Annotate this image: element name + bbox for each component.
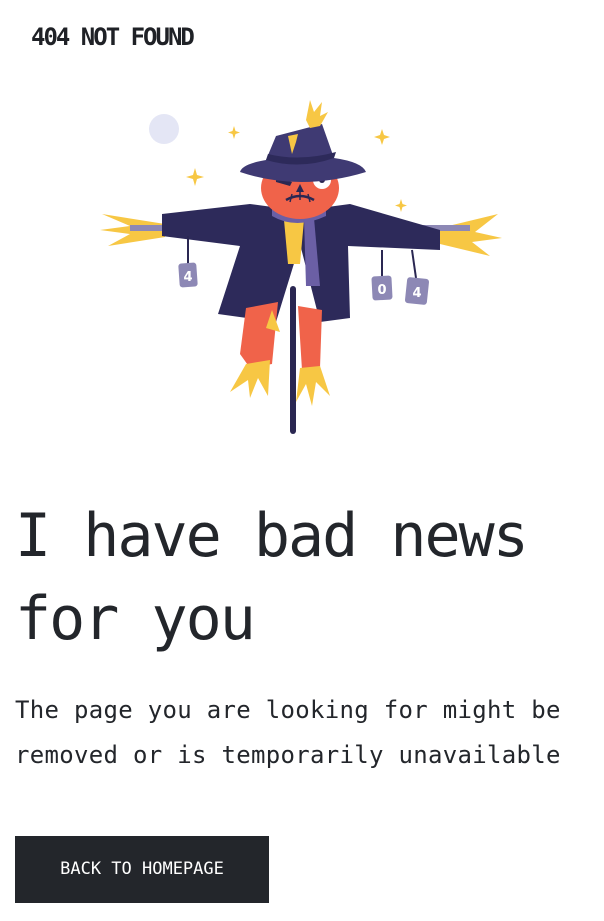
svg-text:0: 0 [377,283,386,298]
pole [290,286,296,434]
site-logo-text[interactable]: 404 NOT FOUND [31,22,195,52]
page-description: The page you are looking for might be re… [15,696,561,769]
back-to-homepage-button[interactable]: BACK TO HOMEPAGE [15,836,269,903]
straw-feet [230,360,330,406]
witch-hat [240,100,366,182]
straw-right-hand [440,214,502,256]
scarecrow-illustration: 4 0 4 [100,100,502,434]
svg-text:4: 4 [183,270,192,285]
moon-icon [149,114,179,144]
legs [240,302,322,370]
page-headline: I have bad news for you [15,501,529,654]
svg-text:4: 4 [412,286,421,301]
